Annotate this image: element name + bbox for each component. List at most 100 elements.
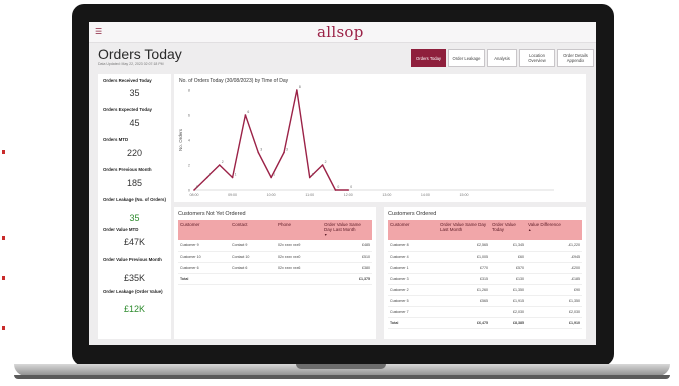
table-cell: £2,565 — [438, 240, 490, 252]
table-row[interactable]: Customer 9 Contact 9 02x xxxx xxx9 £485 — [178, 240, 372, 252]
laptop-mockup: ☰ allsop Orders Today Data Updated: May … — [0, 0, 679, 386]
y-axis-label: No. Orders — [178, 128, 183, 151]
table-cell — [438, 306, 490, 318]
table-row[interactable]: Customer 4 £1,005 £60 -£945 — [388, 251, 582, 263]
y-tick-label: 2 — [188, 164, 190, 168]
table-row[interactable]: Customer 8 £2,565 £1,345 -£1,220 — [388, 240, 582, 252]
table-cell: Contact 9 — [230, 240, 276, 252]
table-cell: £1,350 — [490, 284, 526, 296]
column-header[interactable]: Order Value Same Day Last Month ▼ — [322, 220, 372, 240]
y-tick-label: 0 — [188, 189, 190, 193]
table-cell: Customer 5 — [388, 295, 438, 307]
column-header[interactable]: Order Value Same Day Last Month — [438, 220, 490, 240]
data-point — [270, 176, 272, 179]
sort-down-icon[interactable]: ▼ — [324, 233, 327, 237]
table-cell: £1,915 — [490, 295, 526, 307]
data-point — [347, 189, 350, 191]
table-cell: £1,375 — [322, 273, 372, 285]
table-row[interactable]: Customer 5 £565 £1,915 £1,350 — [388, 295, 582, 307]
column-header[interactable]: Contact — [230, 220, 276, 240]
tab-location-overview[interactable]: Location Overview — [519, 49, 555, 67]
sort-up-icon[interactable]: ▲ — [528, 228, 531, 232]
column-header[interactable]: Customer — [178, 220, 230, 240]
data-label: 1 — [273, 173, 275, 177]
data-label: 0 — [350, 185, 352, 189]
table-cell: £8,385 — [490, 317, 526, 329]
kpi-label: Orders MTD — [103, 137, 129, 142]
x-tick-label: 13:00 — [382, 193, 391, 197]
kpi-value: 35 — [129, 213, 140, 223]
column-header[interactable]: Order Value Today — [490, 220, 526, 240]
table-cell: -£1,220 — [526, 240, 582, 252]
table-cell: £570 — [490, 262, 526, 274]
x-tick-label: 10:00 — [267, 193, 276, 197]
table-cell: £90 — [526, 284, 582, 296]
table-cell: £1,910 — [526, 317, 582, 329]
table-cell: Customer 10 — [178, 251, 230, 263]
customers-not-ordered-card: Customers Not Yet Ordered Customer Conta… — [174, 207, 376, 339]
data-point — [218, 164, 221, 166]
customers-ordered-table: Customer Order Value Same Day Last Month… — [388, 220, 582, 329]
table-cell: Customer 4 — [388, 251, 438, 263]
table-title: Customers Ordered — [388, 211, 437, 217]
data-label: 1 — [235, 173, 237, 177]
red-mark — [2, 326, 5, 330]
table-row[interactable]: Customer 3 £315 £130 -£185 — [388, 273, 582, 285]
column-header[interactable]: Phone — [276, 220, 322, 240]
table-cell: Customer 1 — [388, 262, 438, 274]
brand-logo: allsop — [317, 23, 364, 41]
column-header-label: Value Difference — [528, 222, 561, 227]
kpi-label: Order Value MTD — [103, 227, 139, 232]
table-row[interactable]: Customer 1 £770 £570 -£200 — [388, 262, 582, 274]
table-cell: £315 — [438, 273, 490, 285]
kpi-label: Orders Previous Month — [103, 167, 152, 172]
table-cell: Total — [178, 273, 230, 285]
top-bar: ☰ allsop — [89, 22, 596, 43]
tab-analysis[interactable]: Analysis — [487, 49, 517, 67]
table-cell: £565 — [438, 295, 490, 307]
tab-order-details-appendix[interactable]: Order Details Appendix — [557, 49, 594, 67]
data-point — [206, 176, 208, 179]
data-label: 3 — [260, 148, 262, 152]
tab-orders-today[interactable]: Orders Today — [411, 49, 446, 67]
tab-order-leakage[interactable]: Order Leakage — [448, 49, 485, 67]
table-cell: £1,345 — [490, 240, 526, 252]
kpi-value: £47K — [123, 237, 146, 247]
y-tick-label: 4 — [188, 139, 190, 143]
red-mark — [2, 150, 5, 154]
laptop-foot — [14, 375, 670, 379]
customers-ordered-card: Customers Ordered Customer Order Value S… — [384, 207, 586, 339]
column-header[interactable]: Value Difference ▲ — [526, 220, 582, 240]
table-cell: Contact 10 — [230, 251, 276, 263]
orders-line-chart: No. Orders 0 2 4 6 8 08:00 09:00 10:00 11:00 12:00… — [178, 85, 554, 197]
data-label: 3 — [286, 148, 288, 152]
data-point — [193, 189, 195, 191]
data-point — [308, 176, 311, 179]
data-point — [231, 176, 234, 179]
table-row[interactable]: Customer 2 £1,260 £1,350 £90 — [388, 284, 582, 296]
table-cell: £60 — [490, 251, 526, 263]
table-cell: £2,030 — [526, 306, 582, 318]
table-cell: £1,005 — [438, 251, 490, 263]
table-row[interactable]: Customer 6 Contact 6 02x xxxx xxx6 £380 — [178, 262, 372, 274]
kpi-value: £35K — [123, 273, 146, 283]
table-cell: Customer 9 — [178, 240, 230, 252]
data-label: 2 — [325, 160, 327, 164]
kpi-label: Orders Received Today — [103, 78, 152, 83]
table-cell: 02x xxxx xxx6 — [276, 262, 322, 274]
data-point — [321, 164, 324, 166]
column-header-label: Order Value Same Day Last Month — [324, 222, 361, 232]
data-label: 0 — [337, 185, 339, 189]
data-point — [257, 151, 260, 154]
column-header[interactable]: Customer — [388, 220, 438, 240]
page-title: Orders Today — [98, 46, 182, 62]
table-cell: £1,260 — [438, 284, 490, 296]
table-total-row: Total £6,475 £8,385 £1,910 — [388, 317, 582, 329]
data-label: 0 — [196, 185, 198, 189]
x-tick-label: 11:00 — [305, 193, 314, 197]
table-row[interactable]: Customer 7 £2,030 £2,030 — [388, 306, 582, 318]
table-cell: Customer 6 — [178, 262, 230, 274]
x-tick-label: 12:00 — [344, 193, 353, 197]
table-row[interactable]: Customer 10 Contact 10 02x xxxx xxx0 £51… — [178, 251, 372, 263]
hamburger-icon[interactable]: ☰ — [95, 28, 102, 36]
